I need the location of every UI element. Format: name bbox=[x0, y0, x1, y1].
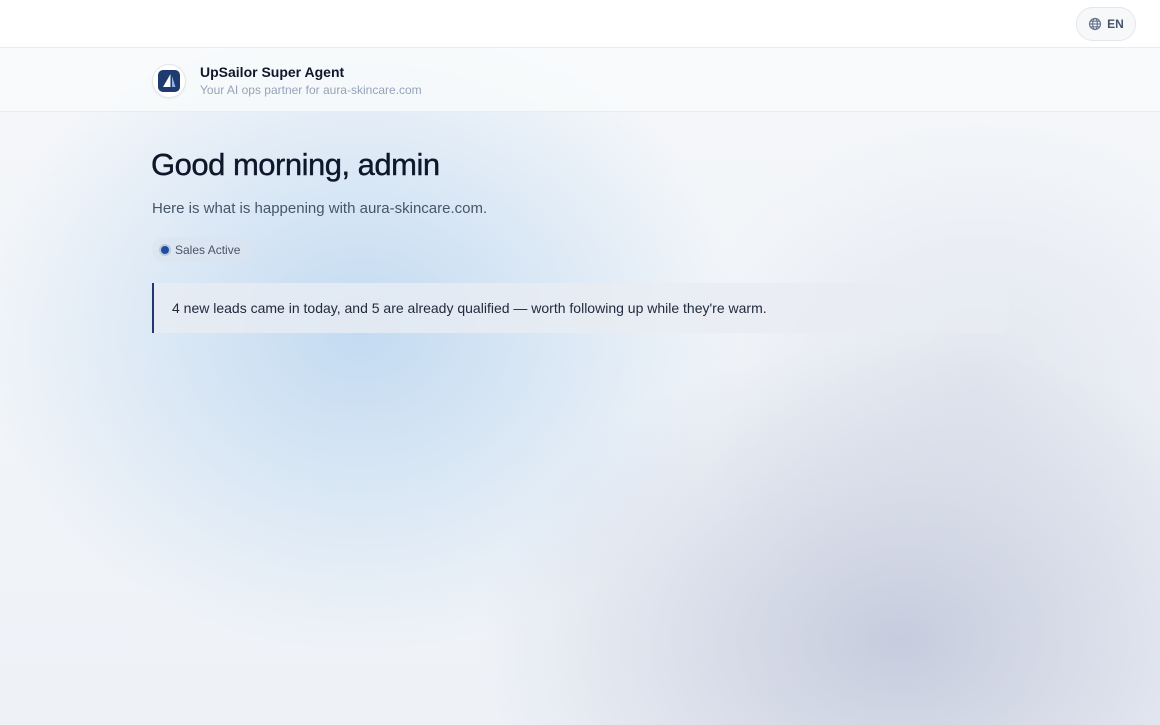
language-switcher-button[interactable]: EN bbox=[1076, 7, 1136, 41]
sail-logo-icon bbox=[158, 70, 180, 92]
agent-tagline: Your AI ops partner for aura-skincare.co… bbox=[200, 83, 422, 97]
top-bar: EN bbox=[0, 0, 1160, 48]
agent-name: UpSailor Super Agent bbox=[200, 64, 345, 80]
globe-icon bbox=[1089, 17, 1102, 31]
agent-header: UpSailor Super Agent Your AI ops partner… bbox=[0, 48, 1160, 112]
agent-avatar bbox=[152, 64, 186, 98]
insight-callout: 4 new leads came in today, and 5 are alr… bbox=[152, 283, 1009, 333]
status-dot-icon bbox=[161, 245, 169, 254]
status-label: Sales Active bbox=[175, 242, 241, 257]
status-badge: Sales Active bbox=[152, 237, 251, 262]
page-subtitle: Here is what is happening with aura-skin… bbox=[152, 200, 488, 217]
page-title: Good morning, admin bbox=[151, 147, 441, 182]
language-label: EN bbox=[1107, 17, 1124, 31]
insight-text: 4 new leads came in today, and 5 are alr… bbox=[172, 300, 767, 316]
